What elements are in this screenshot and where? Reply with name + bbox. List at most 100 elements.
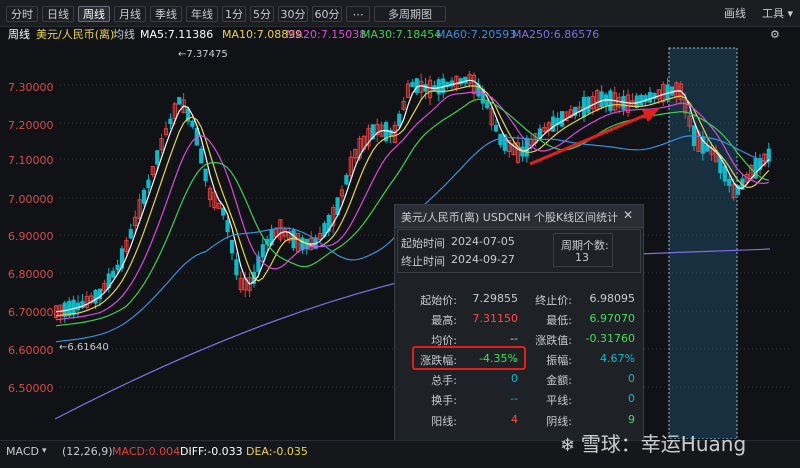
ma-mode[interactable]: 均线 — [113, 27, 135, 43]
period-60min-button[interactable]: 60分 — [312, 6, 342, 22]
dialog-header: 美元/人民币(离) USDCNH 个股K线区间统计 ✕ — [395, 205, 643, 228]
candle-body — [397, 113, 402, 127]
candle-body — [485, 101, 490, 109]
candle-body — [203, 168, 208, 182]
interval-stats-dialog: 美元/人民币(离) USDCNH 个股K线区间统计 ✕ 起始时间 2024-07… — [394, 204, 644, 452]
ma5-value: MA5:7.11386 — [140, 28, 214, 41]
y-tick-7.30: 7.30000 — [8, 81, 54, 94]
period-monthly-button[interactable]: 月线 — [114, 6, 146, 22]
tools-menu-button[interactable]: 工具 ▾ — [762, 6, 793, 22]
period-weekly-button[interactable]: 周线 — [78, 6, 110, 22]
low-marker-label: ←6.61640 — [59, 342, 109, 353]
multi-period-button[interactable]: 多周期图 — [374, 6, 446, 22]
candle-body — [260, 244, 265, 258]
watermark-text: 雪球：幸运Huang — [580, 432, 747, 456]
candle-body — [141, 189, 147, 204]
candle-body — [586, 96, 591, 113]
turnover-value: -- — [510, 392, 518, 405]
change-value: -0.31760 — [585, 332, 635, 345]
close-icon[interactable]: ✕ — [623, 208, 633, 222]
candle-body — [190, 120, 195, 127]
candle-body — [128, 229, 133, 239]
end-time-value: 2024-09-27 — [451, 253, 515, 266]
period-fenshi-button[interactable]: 分时 — [6, 6, 38, 22]
amplitude-value: 4.67% — [600, 352, 635, 365]
candle-body — [441, 78, 446, 93]
period-toolbar: 分时 日线 周线 月线 季线 年线 1分 5分 30分 60分 ⋯ 多周期图 画… — [0, 0, 800, 27]
candle-body — [115, 264, 120, 271]
total-volume-value: 0 — [511, 372, 518, 385]
candle-body — [559, 111, 565, 127]
candle-body — [647, 92, 653, 103]
candle-body — [414, 78, 419, 94]
y-tick-6.90: 6.90000 — [8, 230, 54, 243]
end-price-value: 6.98095 — [589, 292, 636, 305]
tools-label: 工具 — [762, 7, 784, 20]
symbol-name: 美元/人民币(离) — [36, 28, 115, 41]
draw-line-button[interactable]: 画线 — [724, 6, 746, 22]
ma250-value: MA250:6.86576 — [512, 28, 600, 41]
period-daily-button[interactable]: 日线 — [42, 6, 74, 22]
candle-body — [155, 150, 160, 165]
candle-body — [146, 179, 151, 189]
low-value: 6.97070 — [589, 312, 636, 325]
indicator-name[interactable]: MACD — [6, 445, 39, 458]
low-marker-value: 6.61640 — [67, 342, 109, 353]
candle-body — [669, 86, 675, 96]
start-time-label: 起始时间 — [401, 237, 445, 250]
y-tick-7.00: 7.00000 — [8, 193, 54, 206]
down-candles-value: 9 — [628, 413, 635, 426]
start-price-value: 7.29855 — [472, 292, 519, 305]
down-candles-label: 阴线: — [546, 415, 572, 428]
y-tick-6.70: 6.70000 — [8, 306, 54, 319]
period-5min-button[interactable]: 5分 — [250, 6, 274, 22]
settings-gear-icon[interactable]: ⚙ — [770, 27, 780, 43]
period-label: 周线 — [8, 28, 30, 41]
up-candles-value: 4 — [511, 413, 518, 426]
amount-value: 0 — [628, 372, 635, 385]
y-tick-7.10: 7.10000 — [8, 154, 54, 167]
candle-body — [665, 84, 670, 100]
y-tick-6.50: 6.50000 — [8, 382, 54, 395]
start-price-label: 起始价: — [420, 294, 457, 307]
start-time-value: 2024-07-05 — [451, 235, 515, 248]
period-more-button[interactable]: ⋯ — [346, 6, 370, 22]
candle-body — [71, 299, 76, 316]
candle-body — [599, 91, 604, 108]
candle-body — [463, 76, 468, 84]
period-1min-button[interactable]: 1分 — [222, 6, 246, 22]
candle-body — [639, 94, 644, 106]
up-candles-label: 阳线: — [431, 415, 457, 428]
period-quarterly-button[interactable]: 季线 — [150, 6, 182, 22]
candle-body — [727, 178, 732, 186]
high-value: 7.31150 — [472, 312, 519, 325]
high-label: 最高: — [431, 314, 457, 327]
high-marker-label: ←7.37475 — [178, 49, 228, 60]
snowball-logo-icon: ❄ — [560, 435, 581, 456]
ma20-value: MA20:7.15038 — [286, 28, 367, 41]
macd-value: MACD:0.004 — [112, 445, 181, 458]
macd-params: (12,26,9) — [62, 445, 113, 458]
candle-body — [581, 96, 587, 118]
candle-body — [225, 220, 230, 233]
chevron-down-icon[interactable]: ▾ — [42, 446, 47, 456]
period-count-value: 13 — [575, 251, 589, 264]
flat-lines-label: 平线: — [546, 394, 572, 407]
low-label: 最低: — [546, 314, 572, 327]
period-30min-button[interactable]: 30分 — [278, 6, 308, 22]
candle-body — [234, 259, 239, 275]
chevron-down-icon: ▾ — [784, 7, 794, 20]
total-volume-label: 总手: — [431, 374, 457, 387]
candle-body — [344, 175, 349, 185]
candle-body — [634, 95, 639, 108]
change-pct-highlight — [412, 346, 526, 370]
amount-label: 金额: — [546, 374, 572, 387]
period-yearly-button[interactable]: 年线 — [186, 6, 218, 22]
high-marker-value: 7.37475 — [186, 49, 228, 60]
candle-body — [410, 82, 415, 88]
avg-price-value: -- — [510, 332, 518, 345]
ma-info-bar: 周线 美元/人民币(离) 均线 MA5:7.11386 MA10:7.08899… — [0, 27, 800, 43]
candle-body — [177, 97, 182, 105]
candle-body — [551, 116, 556, 132]
diff-value: DIFF:-0.033 — [180, 445, 243, 458]
